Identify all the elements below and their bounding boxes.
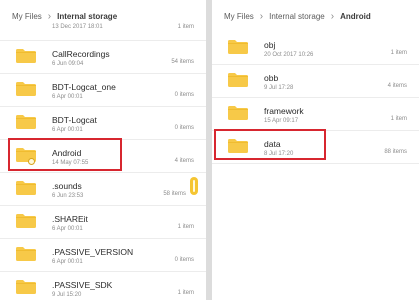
folder-date: 13 Dec 2017 18:01 <box>52 24 103 30</box>
folder-icon <box>16 214 36 228</box>
folder-row-obj[interactable]: obj 20 Oct 2017 10:26 1 item <box>212 32 419 65</box>
folder-count: 1 item <box>177 290 194 296</box>
folder-row-partial[interactable]: 13 Dec 2017 18:01 1 item <box>0 20 206 41</box>
folder-date: 6 Apr 00:01 <box>52 127 83 133</box>
folder-count: 4 items <box>387 83 407 89</box>
folder-icon <box>228 73 248 87</box>
folder-count: 0 items <box>174 125 194 131</box>
folder-row-bdt-logcat-one[interactable]: BDT-Logcat_one 6 Apr 00:01 0 items <box>0 74 206 107</box>
data-highlight-box <box>214 129 326 160</box>
chevron-right-icon: › <box>259 10 264 22</box>
android-highlight-box <box>8 138 122 171</box>
folder-date: 9 Jul 17:28 <box>264 85 294 91</box>
folder-count: 1 item <box>177 224 194 230</box>
folder-icon <box>16 115 36 129</box>
folder-count: 1 item <box>390 50 407 56</box>
folder-name: .sounds <box>52 181 82 191</box>
folder-icon <box>16 280 36 294</box>
folder-icon <box>228 106 248 120</box>
folder-name: .PASSIVE_SDK <box>52 280 113 290</box>
scrollbar-grip <box>193 180 195 192</box>
folder-date: 9 Jul 15:20 <box>52 292 82 298</box>
folder-count: 58 items <box>163 191 186 197</box>
folder-date: 6 Jun 09:04 <box>52 61 84 67</box>
folder-date: 20 Oct 2017 10:26 <box>264 52 314 58</box>
folder-icon <box>16 49 36 63</box>
folder-name: framework <box>264 106 304 116</box>
folder-count: 1 item <box>390 116 407 122</box>
folder-icon <box>16 181 36 195</box>
folder-row-callrecordings[interactable]: CallRecordings 6 Jun 09:04 54 items <box>0 41 206 74</box>
folder-date: 15 Apr 09:17 <box>264 118 299 124</box>
screenshot-container: My Files › Internal storage 13 Dec 2017 … <box>0 0 419 300</box>
folder-name: BDT-Logcat_one <box>52 82 116 92</box>
folder-name: .SHAREit <box>52 214 88 224</box>
breadcrumb: My Files › Internal storage › Android <box>212 0 419 32</box>
folder-row-framework[interactable]: framework 15 Apr 09:17 1 item <box>212 98 419 131</box>
folder-date: 6 Apr 00:01 <box>52 94 83 100</box>
folder-icon <box>16 247 36 261</box>
folder-row-bdt-logcat[interactable]: BDT-Logcat 6 Apr 00:01 0 items <box>0 107 206 140</box>
folder-count: 54 items <box>171 59 194 65</box>
folder-row-obb[interactable]: obb 9 Jul 17:28 4 items <box>212 65 419 98</box>
internal-storage-panel: My Files › Internal storage 13 Dec 2017 … <box>0 0 206 300</box>
folder-count: 88 items <box>384 149 407 155</box>
chevron-right-icon: › <box>330 10 335 22</box>
folder-name: .PASSIVE_VERSION <box>52 247 134 257</box>
folder-count: 0 items <box>174 257 194 263</box>
folder-icon <box>228 40 248 54</box>
folder-count: 1 item <box>177 24 194 30</box>
folder-date: 6 Apr 00:01 <box>52 259 83 265</box>
folder-name: obb <box>264 73 279 83</box>
breadcrumb-android[interactable]: Android <box>340 12 371 21</box>
folder-row-sounds[interactable]: .sounds 6 Jun 23:53 58 items <box>0 173 206 206</box>
folder-row-passive-sdk[interactable]: .PASSIVE_SDK 9 Jul 15:20 1 item <box>0 272 206 300</box>
folder-date: 6 Apr 00:01 <box>52 226 83 232</box>
scrollbar-thumb[interactable] <box>190 177 198 195</box>
folder-date: 6 Jun 23:53 <box>52 193 84 199</box>
folder-name: obj <box>264 40 276 50</box>
folder-row-passive-version[interactable]: .PASSIVE_VERSION 6 Apr 00:01 0 items <box>0 239 206 272</box>
android-folder-panel: My Files › Internal storage › Android ob… <box>212 0 419 300</box>
breadcrumb-my-files[interactable]: My Files <box>224 12 254 21</box>
folder-row-shareit[interactable]: .SHAREit 6 Apr 00:01 1 item <box>0 206 206 239</box>
folder-count: 0 items <box>174 92 194 98</box>
folder-icon <box>16 82 36 96</box>
folder-name: BDT-Logcat <box>52 115 97 125</box>
folder-name: CallRecordings <box>52 49 110 59</box>
breadcrumb-internal-storage[interactable]: Internal storage <box>269 12 325 21</box>
folder-count: 4 items <box>174 158 194 164</box>
